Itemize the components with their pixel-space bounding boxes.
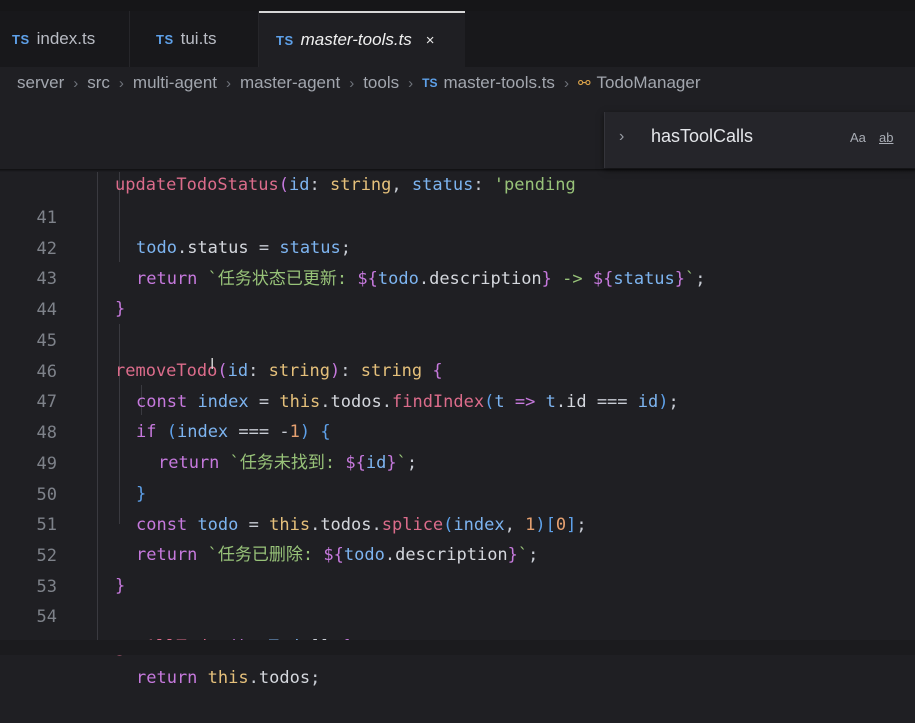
tab-label: master-tools.ts [300, 30, 412, 49]
class-symbol-icon: ⚯ [577, 75, 591, 92]
breadcrumb-item-multi-agent[interactable]: multi-agent [133, 73, 217, 93]
code-line[interactable]: 48 return `任务未找到: ${id}`; [0, 388, 915, 473]
breadcrumb: server › src › multi-agent › master-agen… [17, 68, 700, 98]
match-whole-word-icon[interactable]: ab [879, 130, 893, 145]
sticky-scroll-shadow [0, 169, 915, 172]
window-top-strip [0, 0, 915, 11]
find-widget: › hasToolCalls Aa ab [604, 112, 915, 168]
chevron-right-icon[interactable]: › [619, 128, 624, 146]
match-case-icon[interactable]: Aa [850, 130, 866, 145]
code-line[interactable]: 46 const index = this.todos.findIndex(t … [0, 327, 915, 412]
find-input[interactable]: hasToolCalls [651, 126, 841, 147]
code-line[interactable]: 55 return this.todos; [0, 603, 915, 688]
code-line[interactable]: 51 return `任务已删除: ${todo.description}`; [0, 480, 915, 565]
code-line[interactable]: 45 removeTodo(id: string): string { [0, 296, 915, 381]
code-line[interactable]: 54 getAllTodos(): Todo[] { [0, 572, 915, 657]
chevron-right-icon: › [408, 74, 414, 92]
code-line[interactable]: 42 return `任务状态已更新: ${todo.description} … [0, 204, 915, 289]
chevron-right-icon: › [226, 74, 232, 92]
chevron-right-icon: › [349, 74, 355, 92]
tab-bar: TS index.ts TS tui.ts TS master-tools.ts… [0, 11, 915, 67]
breadcrumb-item-tools[interactable]: tools [363, 73, 399, 93]
code-line[interactable]: 52 } [0, 511, 915, 596]
code-line[interactable]: 43 } [0, 234, 915, 319]
tab-master-tools-ts[interactable]: TS master-tools.ts × [259, 11, 465, 67]
status-strip [0, 640, 915, 655]
chevron-right-icon: › [73, 74, 79, 92]
code-line[interactable]: 49 } [0, 419, 915, 504]
tab-index-ts[interactable]: TS index.ts [0, 11, 130, 67]
code-line[interactable]: 41 todo.status = status; [0, 173, 915, 258]
typescript-icon: TS [12, 31, 30, 47]
breadcrumb-item-server[interactable]: server [17, 73, 64, 93]
breadcrumb-item-master-agent[interactable]: master-agent [240, 73, 340, 93]
code-line[interactable]: 50 const todo = this.todos.splice(index,… [0, 450, 915, 535]
chevron-right-icon: › [118, 74, 124, 92]
close-icon[interactable]: × [426, 32, 435, 49]
typescript-icon: TS [156, 31, 174, 47]
breadcrumb-item-src[interactable]: src [87, 73, 110, 93]
chevron-right-icon: › [563, 74, 569, 92]
tab-label: index.ts [36, 29, 96, 48]
tab-label: tui.ts [180, 29, 217, 48]
code-editor[interactable]: class TodoManager { updateTodoStatus(id:… [0, 110, 915, 688]
code-line[interactable]: 47 if (index === -1) { [0, 357, 915, 442]
code-line[interactable]: 53 [0, 542, 915, 597]
breadcrumb-item-class[interactable]: TodoManager [597, 73, 701, 93]
tab-tui-ts[interactable]: TS tui.ts [130, 11, 259, 67]
typescript-icon: TS [276, 32, 294, 48]
typescript-icon: TS [422, 76, 438, 90]
code-line[interactable]: 44 [0, 265, 915, 320]
breadcrumb-item-file[interactable]: master-tools.ts [443, 73, 554, 93]
text-cursor-icon: I [210, 356, 215, 373]
